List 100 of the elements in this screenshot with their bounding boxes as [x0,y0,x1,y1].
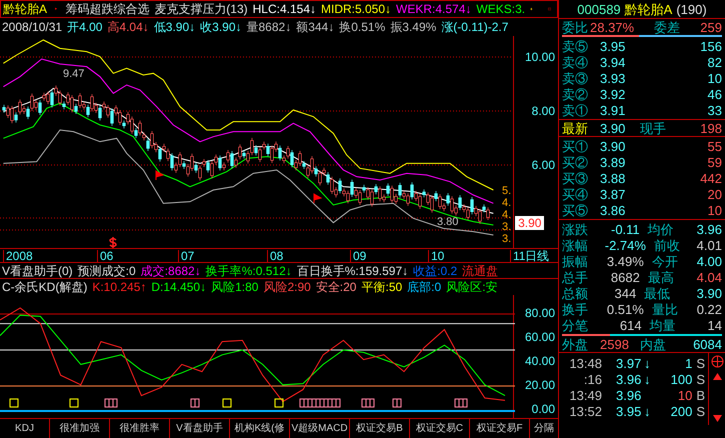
indicator-value: K:10.245↑ [92,281,146,293]
order-label: 买③ [562,172,589,184]
order-volume: 442 [700,172,722,184]
tick-time: 13:48 [568,356,602,370]
order-price: 3.94 [600,56,626,68]
indicator-name: V看盘助手(0) [2,264,73,276]
chart-tab[interactable]: V超级MACD [290,419,350,438]
tick-side: B [696,388,705,402]
field-label: 现手 [640,122,666,134]
field-label: 涨幅 [562,238,588,252]
axis-label: 3. [502,222,512,233]
axis-label: 11 [510,250,526,262]
order-label: 买⑤ [562,204,589,216]
indicator-value: 风险区:安 [446,281,498,293]
scroll-down-icon[interactable] [712,414,722,423]
order-volume: 46 [708,88,722,100]
axis-label: 6.00 [532,159,555,171]
order-price: 3.89 [600,156,626,168]
field-value: 14 [708,318,722,332]
tick-time: :16 [582,372,602,386]
tick-time: 13:49 [568,388,602,402]
field-value: 3.90 [600,122,626,134]
axis-label: 5. [502,186,512,197]
order-label: 卖③ [562,72,589,84]
quote-value: 换0.51% [339,21,386,33]
order-volume: 59 [708,156,722,168]
order-volume: 156 [700,40,722,52]
field-value: -0.11 [611,222,640,236]
order-price: 3.88 [600,172,626,184]
tick-time: 13:52 [568,404,602,418]
order-price: 3.90 [600,140,626,152]
tick-price: 3.95 [616,404,642,418]
order-label: 买④ [562,188,589,200]
order-volume: 33 [708,104,722,116]
field-value: 4.00 [696,254,722,268]
order-volume: 20 [708,188,722,200]
quote-value: 涨(-0.11)-2.7 [441,21,508,33]
order-price: 3.86 [600,204,626,216]
field-label: 均量 [650,318,676,332]
axis-label: 10.00 [524,51,555,63]
tick-volume: 1 [685,356,692,370]
axis-label: 20.00 [524,379,555,391]
field-label: 外盘 [562,338,589,350]
indicator-value: 平衡:50 [361,281,402,293]
field-value: 0.22 [696,302,722,316]
price-label: 3.80 [437,217,458,228]
field-label: 量比 [652,302,678,316]
indicator-value: 流通盘 [462,264,498,276]
field-value: 3.96 [696,222,722,236]
tick-arrow: ↓ [644,372,652,386]
stock-code: 000589 [577,2,621,16]
axis-label: 40.00 [524,355,555,367]
tick-price: 3.97 [616,356,642,370]
signal-icon [109,237,117,248]
order-price: 3.95 [600,40,626,52]
quote-value: 低3.90↓ [154,21,196,33]
indicator-value: D:14.450↓ [151,281,206,293]
axis-label: 60.00 [524,331,555,343]
field-label: 分笔 [562,318,588,332]
field-value: 6084 [693,338,722,350]
axis-label: 80.00 [524,307,555,319]
stock-name: 黔轮胎A [624,2,672,16]
field-label: 振幅 [562,254,588,268]
tick-side: S [696,356,705,370]
field-label: 均价 [648,222,674,236]
tick-volume: 10 [678,388,692,402]
field-value: 4.01 [696,238,722,252]
indicator-value: 筹码超跌综合选 [65,3,150,15]
axis-label: 06 [97,250,114,262]
crosshair-icon[interactable] [710,355,724,368]
field-label: 涨跌 [562,222,588,236]
scroll-up-icon[interactable] [712,372,722,381]
field-value: -2.74% [604,238,646,252]
quote-value: 振3.49% [390,21,436,33]
axis-label: 0.00 [532,403,555,415]
stock-count: (190) [676,2,707,16]
order-volume: 10 [708,204,722,216]
quote-value: 额344↓ [296,21,334,33]
quote-value: 高4.04↓ [107,21,149,33]
tick-side: S [696,372,705,386]
field-value: 344 [614,286,636,300]
field-value: 259 [700,20,722,34]
tick-arrow: ↓ [644,356,652,370]
axis-label: 4. [502,210,512,221]
date-label: 2008/10/31 [2,21,62,33]
indicator-name: C-余氏KD(解盘) [2,281,88,293]
indicator-value: 麦克支撑压力(13) [154,3,248,15]
field-value: 28.37% [590,20,636,34]
flag-icon [313,193,322,204]
order-price: 3.92 [600,88,626,100]
axis-label: 08 [267,250,284,262]
quote-value: 量8682↓ [246,21,292,33]
indicator-value: 成交:8682↓ [140,264,201,276]
indicator-value: MIDR:5.050↓ [321,3,392,15]
price-label: 9.47 [63,69,84,80]
quote-value: 开4.00 [67,21,102,33]
tick-price: 3.96 [616,372,642,386]
order-label: 买② [562,156,589,168]
indicator-value: 换手率%:0.512↓ [206,264,292,276]
axis-label: 10 [428,250,444,262]
